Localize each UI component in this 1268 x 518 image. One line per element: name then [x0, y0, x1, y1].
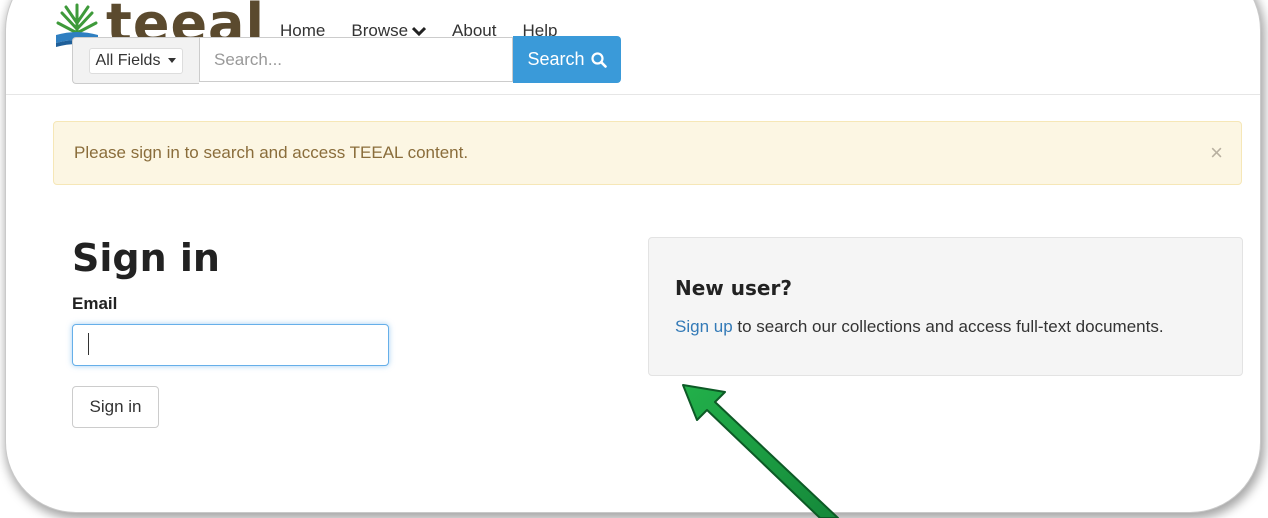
search-field-dropdown[interactable]: All Fields: [88, 47, 184, 74]
new-user-panel: New user? Sign up to search our collecti…: [648, 237, 1243, 376]
search-bar: All Fields Search: [72, 36, 621, 84]
page-title: Sign in: [72, 236, 220, 280]
new-user-text: Sign up to search our collections and ac…: [675, 317, 1164, 337]
sign-up-link[interactable]: Sign up: [675, 317, 733, 336]
search-button-label: Search: [527, 49, 585, 69]
header-divider: [6, 94, 1260, 95]
new-user-title: New user?: [675, 276, 792, 300]
text-cursor: [88, 333, 89, 355]
chevron-down-icon: [412, 26, 427, 36]
search-input[interactable]: [199, 37, 513, 82]
email-field[interactable]: [72, 324, 389, 366]
screenshot-frame: teeal Home Browse About Help All Fields …: [6, 0, 1260, 512]
alert-message: Please sign in to search and access TEEA…: [74, 143, 469, 162]
search-field-select[interactable]: All Fields: [72, 37, 199, 84]
search-icon: [590, 51, 607, 68]
caret-down-icon: [168, 58, 177, 63]
search-button[interactable]: Search: [513, 36, 621, 83]
signin-alert: Please sign in to search and access TEEA…: [53, 121, 1242, 185]
email-label: Email: [72, 294, 118, 313]
sign-in-button[interactable]: Sign in: [72, 386, 159, 428]
search-field-selected: All Fields: [95, 51, 161, 69]
page-content: teeal Home Browse About Help All Fields …: [6, 0, 1260, 512]
new-user-description: to search our collections and access ful…: [732, 317, 1164, 336]
close-icon[interactable]: ×: [1210, 142, 1223, 164]
